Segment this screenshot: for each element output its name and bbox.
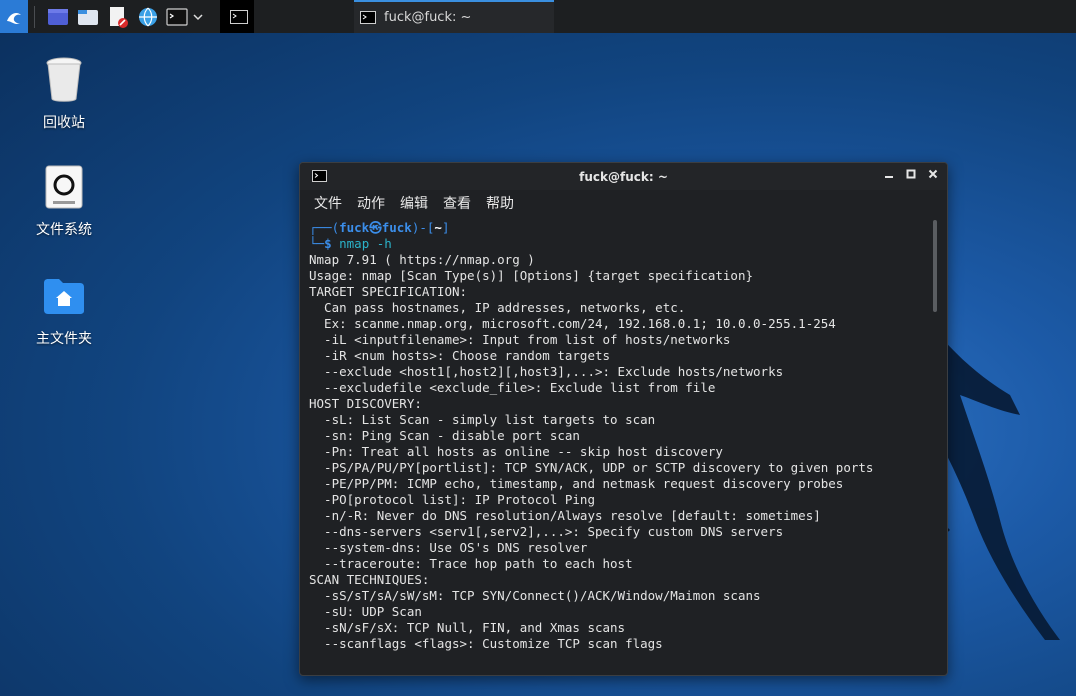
output-line: -sU: UDP Scan: [309, 604, 422, 619]
desktop-icon-label: 主文件夹: [36, 331, 92, 347]
desktop-icon-label: 文件系统: [36, 222, 92, 238]
show-desktop-button[interactable]: [45, 4, 71, 30]
terminal-icon: [360, 11, 376, 24]
kali-menu-button[interactable]: [0, 0, 28, 33]
folder-icon: [78, 9, 98, 25]
kali-logo-icon: [7, 12, 21, 24]
output-line: -PO[protocol list]: IP Protocol Ping: [309, 492, 595, 507]
file-manager-launcher[interactable]: [75, 4, 101, 30]
desktop-icon: [48, 8, 68, 25]
prompt-close: ]: [441, 220, 450, 235]
launcher-dropdown[interactable]: [191, 4, 205, 30]
minimize-icon: [885, 176, 893, 178]
menu-bar: 文件 动作 编辑 查看 帮助: [300, 190, 947, 216]
menu-view[interactable]: 查看: [443, 193, 471, 213]
maximize-icon: [906, 169, 916, 179]
output-line: Ex: scanme.nmap.org, microsoft.com/24, 1…: [309, 316, 836, 331]
prompt-mid: )-[: [411, 220, 435, 235]
output-line: HOST DISCOVERY:: [309, 396, 422, 411]
minimize-button[interactable]: [881, 168, 897, 184]
desktop-icon-trash[interactable]: 回收站: [19, 56, 109, 132]
window-title: fuck@fuck: ~: [579, 169, 668, 184]
terminal-launcher[interactable]: [165, 4, 189, 30]
terminal-output[interactable]: ┌──(fuck㉿fuck)-[~] └─$ nmap -h Nmap 7.91…: [309, 220, 933, 675]
output-line: SCAN TECHNIQUES:: [309, 572, 430, 587]
output-line: --exclude <host1[,host2][,host3],...>: E…: [309, 364, 784, 379]
output-line: --dns-servers <serv1[,serv2],...>: Speci…: [309, 524, 784, 539]
desktop-icon-label: 回收站: [43, 115, 85, 131]
menu-actions[interactable]: 动作: [357, 193, 385, 213]
prompt-line-2: └─$ nmap -h: [309, 236, 933, 252]
output-line: TARGET SPECIFICATION:: [309, 284, 468, 299]
output-line: --excludefile <exclude_file>: Exclude li…: [309, 380, 716, 395]
web-browser-launcher[interactable]: [135, 4, 161, 30]
output-line: --traceroute: Trace hop path to each hos…: [309, 556, 633, 571]
menu-file[interactable]: 文件: [314, 193, 342, 213]
output-line: -iR <num hosts>: Choose random targets: [309, 348, 611, 363]
output-line: -n/-R: Never do DNS resolution/Always re…: [309, 508, 821, 523]
home-folder-icon: [40, 272, 88, 320]
output-line: --system-dns: Use OS's DNS resolver: [309, 540, 588, 555]
desktop-icon-filesystem[interactable]: 文件系统: [19, 163, 109, 239]
trash-icon: [40, 56, 88, 104]
output-line: --scanflags <flags>: Customize TCP scan …: [309, 636, 663, 651]
panel-separator: [34, 5, 35, 28]
command-output: Nmap 7.91 ( https://nmap.org ) Usage: nma…: [309, 252, 933, 652]
output-line: Usage: nmap [Scan Type(s)] [Options] {ta…: [309, 268, 754, 283]
prompt-symbol: $: [324, 236, 332, 251]
drive-icon: [40, 163, 88, 211]
globe-icon: [139, 7, 157, 26]
text-editor-icon: [110, 6, 128, 28]
output-line: Nmap 7.91 ( https://nmap.org ): [309, 252, 535, 267]
output-line: -sN/sF/sX: TCP Null, FIN, and Xmas scans: [309, 620, 626, 635]
taskbar-terminal-window[interactable]: fuck@fuck: ~: [354, 0, 554, 33]
terminal-icon: [166, 7, 188, 26]
prompt-command: nmap -h: [339, 236, 392, 251]
output-line: -Pn: Treat all hosts as online -- skip h…: [309, 444, 723, 459]
prompt-open: ┌──(: [309, 220, 340, 235]
output-line: -iL <inputfilename>: Input from list of …: [309, 332, 731, 347]
maximize-button[interactable]: [903, 168, 919, 184]
chevron-down-icon: [193, 13, 203, 20]
output-line: Can pass hostnames, IP addresses, networ…: [309, 300, 686, 315]
output-line: -sL: List Scan - simply list targets to …: [309, 412, 656, 427]
prompt-dir: ~: [434, 220, 442, 235]
output-line: -PS/PA/PU/PY[portlist]: TCP SYN/ACK, UDP…: [309, 460, 874, 475]
window-titlebar[interactable]: fuck@fuck: ~: [300, 163, 947, 190]
prompt-line-1: ┌──(fuck㉿fuck)-[~]: [309, 220, 933, 236]
terminal-icon: [230, 9, 248, 24]
desktop-icon-home[interactable]: 主文件夹: [19, 272, 109, 348]
workspace-switcher[interactable]: [220, 0, 254, 33]
menu-help[interactable]: 帮助: [486, 193, 514, 213]
terminal-window[interactable]: fuck@fuck: ~ 文件 动作 编辑 查看 帮助 ┌──(fuck㉿fuc…: [299, 162, 948, 676]
scrollbar[interactable]: [933, 220, 937, 312]
close-icon: [928, 169, 938, 179]
terminal-icon: [312, 170, 327, 182]
output-line: -sn: Ping Scan - disable port scan: [309, 428, 580, 443]
taskbar-terminal-label: fuck@fuck: ~: [384, 10, 472, 25]
output-line: -sS/sT/sA/sW/sM: TCP SYN/Connect()/ACK/W…: [309, 588, 761, 603]
prompt-user: fuck㉿fuck: [339, 220, 412, 235]
prompt-prefix: └─: [309, 236, 325, 251]
menu-edit[interactable]: 编辑: [400, 193, 428, 213]
close-button[interactable]: [925, 168, 941, 184]
text-editor-launcher[interactable]: [105, 4, 131, 30]
output-line: -PE/PP/PM: ICMP echo, timestamp, and net…: [309, 476, 844, 491]
